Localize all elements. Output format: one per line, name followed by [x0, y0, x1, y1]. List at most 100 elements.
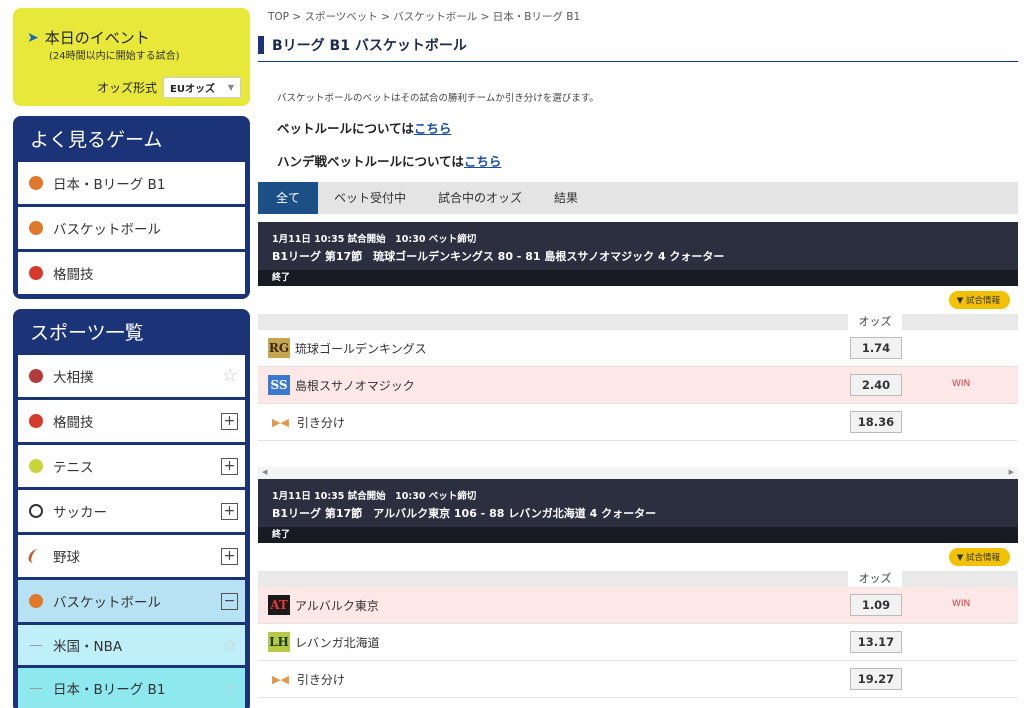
team-name: アルバルク東京 [295, 598, 379, 613]
favorite-item-label: 格闘技 [53, 267, 94, 283]
match-title: B1リーグ 第17節 琉球ゴールデンキングス 80 - 81 島根スサノオマジッ… [272, 250, 725, 263]
chevron-down-icon: ▼ [227, 83, 234, 92]
odds-header-label: オッズ [848, 314, 902, 330]
match-status: 終了 [258, 527, 1018, 543]
sports-panel: スポーツ一覧 大相撲 ☆ 格闘技 + テニス + サッカー + 野球 + バスケ… [13, 309, 250, 708]
bet-note: バスケットボールのベットはその試合の勝利チームか引き分けを選びます。 [277, 93, 599, 104]
expand-plus-icon[interactable]: + [221, 413, 238, 430]
baseball-bat-icon [26, 549, 46, 563]
match-title: B1リーグ 第17節 アルバルク東京 106 - 88 レバンガ北海道 4 クォ… [272, 507, 657, 520]
team-logo: SS [268, 375, 290, 395]
info-row: ▼ 試合情報 [258, 286, 1018, 314]
title-accent-bar [258, 35, 264, 54]
odds-button[interactable]: 1.74 [850, 337, 902, 359]
favorite-item-label: 日本・Bリーグ B1 [53, 177, 166, 193]
expand-plus-icon[interactable]: + [221, 458, 238, 475]
table-row[interactable]: ▶◀ 引き分け 19.27 [258, 661, 1018, 698]
draw-icon: ▶◀ [272, 672, 289, 686]
table-row[interactable]: ▶◀ 引き分け 18.36 [258, 404, 1018, 441]
tab-bar: 全て ベット受付中 試合中のオッズ 結果 [258, 182, 1018, 214]
scroll-right-icon[interactable]: ▶ [1009, 468, 1014, 476]
today-events-title[interactable]: ➤ 本日のイベント [27, 27, 150, 48]
odds-header: オッズ [258, 314, 1018, 330]
sport-item-basketball[interactable]: バスケットボール − [18, 580, 245, 622]
tennis-ball-icon [29, 459, 43, 473]
boxing-glove-icon [29, 414, 43, 428]
sport-item-label: 野球 [53, 550, 80, 566]
match-header: 1月11日 10:35 試合開始 10:30 ベット締切 B1リーグ 第17節 … [258, 479, 1018, 527]
sumo-icon [26, 366, 46, 386]
page-title: Bリーグ B1 バスケットボール [272, 37, 467, 54]
match-status: 終了 [258, 270, 1018, 286]
match-info-label: 試合情報 [965, 296, 1000, 306]
sport-item-tennis[interactable]: テニス + [18, 445, 245, 487]
odds-header: オッズ [258, 571, 1018, 587]
table-row[interactable]: AT アルバルク東京 1.09 WIN [258, 587, 1018, 624]
match-info-button[interactable]: ▼ 試合情報 [948, 291, 1010, 309]
star-icon[interactable]: ☆ [222, 678, 238, 699]
odds-button[interactable]: 19.27 [850, 668, 902, 690]
sub-item-nba[interactable]: — 米国・NBA ☆ [18, 625, 245, 665]
table-row[interactable]: SS 島根スサノオマジック 2.40 WIN [258, 367, 1018, 404]
odds-button[interactable]: 2.40 [850, 374, 902, 396]
odds-button[interactable]: 1.09 [850, 594, 902, 616]
table-row[interactable]: RG 琉球ゴールデンキングス 1.74 [258, 330, 1018, 367]
scroll-left-icon[interactable]: ◀ [262, 468, 267, 476]
main-content: TOP > スポーツベット > バスケットボール > 日本・Bリーグ B1 Bリ… [258, 0, 1018, 698]
sport-item-label: テニス [53, 460, 94, 476]
bet-rule-link[interactable]: こちら [414, 121, 452, 136]
favorite-item-basketball[interactable]: バスケットボール [18, 207, 245, 249]
team-name: レバンガ北海道 [295, 635, 380, 650]
breadcrumb[interactable]: TOP > スポーツベット > バスケットボール > 日本・Bリーグ B1 [258, 9, 1018, 23]
odds-format-label: オッズ形式 [96, 81, 157, 95]
sport-item-soccer[interactable]: サッカー + [18, 490, 245, 532]
expand-plus-icon[interactable]: + [221, 503, 238, 520]
match-info-button[interactable]: ▼ 試合情報 [948, 548, 1010, 566]
draw-icon: ▶◀ [272, 415, 289, 429]
bet-rule-text: ベットルールについては [277, 121, 414, 136]
soccer-ball-icon [29, 504, 43, 518]
today-events-box[interactable]: ➤ 本日のイベント (24時間以内に開始する試合) オッズ形式 EUオッズ ▼ [13, 8, 250, 106]
info-row: ▼ 試合情報 [258, 543, 1018, 571]
match-info-label: 試合情報 [965, 553, 1000, 563]
chevron-down-icon: ▼ [956, 296, 964, 306]
odds-format-select[interactable]: EUオッズ ▼ [163, 77, 241, 98]
favorite-item-label: バスケットボール [53, 222, 161, 238]
sub-item-label: 日本・Bリーグ B1 [53, 682, 166, 698]
star-icon[interactable]: ☆ [222, 635, 238, 656]
match-card: 1月11日 10:35 試合開始 10:30 ベット締切 B1リーグ 第17節 … [258, 222, 1018, 441]
horizontal-scrollbar[interactable]: ◀ ▶ [258, 467, 1018, 479]
star-icon[interactable]: ☆ [222, 365, 238, 386]
table-row[interactable]: LH レバンガ北海道 13.17 [258, 624, 1018, 661]
tab-accepting[interactable]: ベット受付中 [318, 182, 422, 214]
expand-plus-icon[interactable]: + [221, 548, 238, 565]
today-events-label: 本日のイベント [44, 29, 150, 47]
odds-format-row: オッズ形式 EUオッズ ▼ [97, 77, 241, 98]
handicap-rule-row: ハンデ戦ベットルールについてはこちら [258, 151, 1018, 170]
sport-item-baseball[interactable]: 野球 + [18, 535, 245, 577]
team-logo: AT [268, 595, 290, 615]
collapse-minus-icon[interactable]: − [221, 593, 238, 610]
sub-item-label: 米国・NBA [53, 639, 123, 655]
odds-button[interactable]: 18.36 [850, 411, 902, 433]
tab-all[interactable]: 全て [258, 182, 319, 214]
team-name: 引き分け [296, 672, 345, 687]
team-name: 引き分け [296, 415, 345, 430]
team-name: 島根スサノオマジック [295, 378, 415, 393]
handicap-rule-link[interactable]: こちら [464, 154, 502, 169]
tab-live-odds[interactable]: 試合中のオッズ [422, 182, 538, 214]
page-title-row: Bリーグ B1 バスケットボール [258, 35, 1018, 62]
sport-item-fighting[interactable]: 格闘技 + [18, 400, 245, 442]
win-badge: WIN [952, 599, 971, 609]
tab-results[interactable]: 結果 [538, 182, 594, 214]
sport-item-sumo[interactable]: 大相撲 ☆ [18, 355, 245, 397]
basketball-icon [29, 221, 43, 235]
odds-button[interactable]: 13.17 [850, 631, 902, 653]
sub-item-bleague[interactable]: — 日本・Bリーグ B1 ☆ [18, 668, 245, 708]
favorites-title: よく見るゲーム [30, 129, 163, 151]
dash-icon: — [29, 637, 43, 653]
chevron-down-icon: ▼ [956, 553, 964, 563]
handicap-rule-text: ハンデ戦ベットルールについては [277, 154, 464, 169]
favorite-item-fighting[interactable]: 格闘技 [18, 252, 245, 294]
favorite-item-bleague[interactable]: 日本・Bリーグ B1 [18, 162, 245, 204]
